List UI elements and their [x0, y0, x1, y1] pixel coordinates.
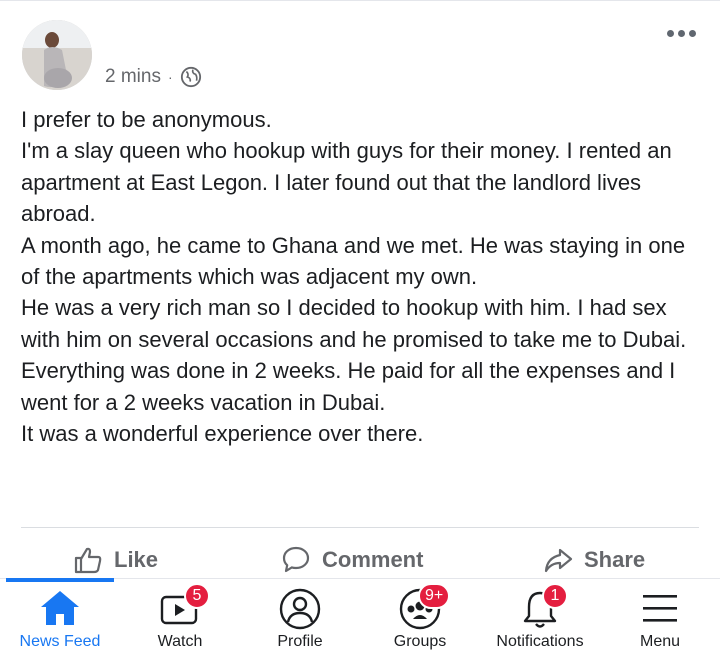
tab-label: Menu — [639, 633, 681, 650]
thumbs-up-icon — [74, 547, 102, 574]
divider — [21, 527, 699, 528]
tab-label: News Feed — [19, 633, 101, 650]
comment-icon — [282, 546, 310, 573]
post-paragraph: It was a wonderful experience over there… — [21, 421, 424, 447]
avatar-photo — [22, 20, 92, 90]
groups-badge: 9+ — [418, 583, 451, 609]
tab-profile[interactable]: Profile — [240, 585, 360, 655]
tab-label: Watch — [157, 633, 203, 650]
tab-notifications[interactable]: 1 Notifications — [480, 583, 600, 655]
like-button[interactable]: Like — [72, 544, 158, 576]
tab-menu[interactable]: Menu — [600, 585, 720, 655]
tab-groups[interactable]: 9+ Groups — [360, 583, 480, 655]
tab-label: Profile — [277, 633, 323, 650]
comment-button[interactable]: Comment — [280, 544, 423, 576]
menu-icon — [643, 595, 677, 622]
like-label: Like — [114, 547, 159, 572]
comment-label: Comment — [322, 547, 424, 572]
author-name[interactable] — [108, 32, 268, 54]
post-paragraph: I'm a slay queen who hookup with guys fo… — [21, 138, 672, 227]
share-label: Share — [584, 547, 646, 572]
separator: · — [167, 69, 173, 85]
top-border — [0, 0, 720, 1]
post-paragraph: He was a very rich man so I decided to h… — [21, 295, 687, 352]
profile-icon — [279, 588, 321, 630]
active-tab-indicator — [6, 578, 114, 582]
post-paragraph: Everything was done in 2 weeks. He paid … — [21, 358, 676, 415]
post-meta: 2 mins · — [105, 66, 202, 88]
globe-icon[interactable] — [180, 66, 202, 88]
tab-news-feed[interactable]: News Feed — [0, 585, 120, 655]
notifications-badge: 1 — [542, 583, 568, 609]
post-paragraph: I prefer to be anonymous. — [21, 107, 272, 132]
tab-label: Groups — [393, 633, 447, 650]
post-body: I prefer to be anonymous. I'm a slay que… — [21, 104, 701, 449]
watch-badge: 5 — [184, 583, 210, 609]
home-icon — [41, 591, 79, 625]
avatar[interactable] — [22, 20, 92, 90]
tab-label: Notifications — [496, 633, 584, 650]
share-button[interactable]: Share — [542, 544, 645, 576]
post-paragraph: A month ago, he came to Ghana and we met… — [21, 232, 686, 290]
more-options-icon[interactable] — [667, 30, 696, 37]
share-icon — [544, 548, 573, 573]
timestamp[interactable]: 2 mins — [105, 66, 161, 88]
tab-watch[interactable]: 5 Watch — [120, 583, 240, 655]
